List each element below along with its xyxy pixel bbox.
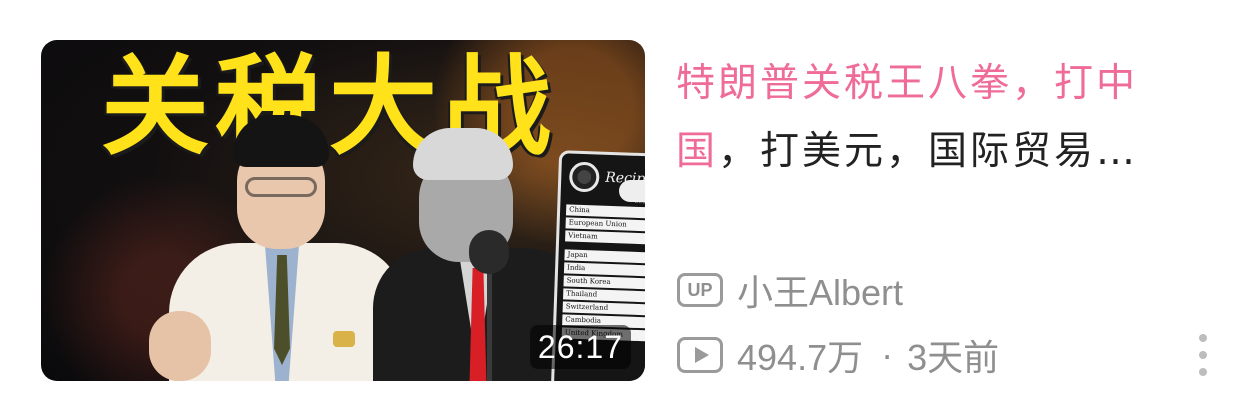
more-vertical-icon	[1199, 368, 1207, 376]
uploader-row[interactable]: UP 小王Albert	[677, 266, 903, 314]
title-rest: ，打美元，国际贸易…	[718, 129, 1139, 174]
video-title[interactable]: 特朗普关税王八拳，打中国，打美元，国际贸易…	[676, 50, 1216, 186]
more-options-button[interactable]	[1188, 330, 1218, 380]
view-count: 494.7万	[737, 337, 864, 378]
stats-row: 494.7万 · 3天前	[677, 331, 999, 379]
host-hand	[149, 311, 211, 381]
duration-badge: 26:17	[529, 325, 631, 369]
microphone-icon	[469, 230, 509, 274]
video-card[interactable]: 关税大战 Recipro Country Chi	[0, 0, 1260, 416]
speaker-hair	[413, 128, 513, 180]
board-row: South Korea	[563, 275, 645, 290]
host-pocket-square	[333, 331, 355, 347]
host-hair	[233, 115, 329, 167]
board-row: European Union	[565, 217, 645, 232]
board-row: Japan	[564, 249, 645, 264]
board-row: Switzerland	[562, 301, 645, 316]
board-row: India	[563, 262, 645, 277]
more-vertical-icon	[1199, 334, 1207, 342]
board-row: Thailand	[563, 288, 645, 303]
board-row: China	[565, 204, 645, 219]
video-thumbnail[interactable]: 关税大战 Recipro Country Chi	[41, 40, 645, 381]
board-row: Vietnam	[565, 230, 645, 245]
publish-time: 3天前	[907, 337, 1000, 378]
stats-separator: ·	[881, 334, 894, 375]
uploader-name[interactable]: 小王Albert	[737, 264, 903, 316]
play-icon	[677, 337, 723, 373]
speaker-hand	[619, 180, 645, 202]
microphone-stand	[487, 268, 492, 381]
seal-icon	[568, 161, 600, 193]
host-glasses	[245, 177, 317, 197]
more-vertical-icon	[1199, 351, 1207, 359]
up-badge-icon: UP	[677, 273, 723, 307]
